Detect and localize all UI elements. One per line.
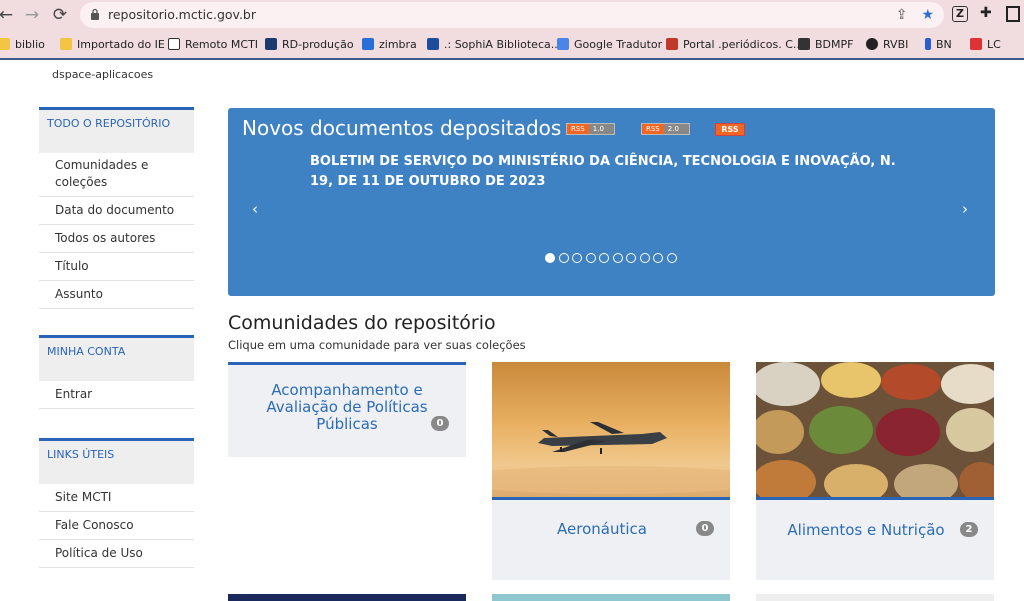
item-count-badge: 0	[431, 416, 449, 431]
community-card-partial[interactable]	[228, 594, 466, 601]
communities-title: Comunidades do repositório	[228, 312, 496, 334]
bookmark-item[interactable]: BN	[925, 38, 952, 51]
sidebar-heading: TODO O REPOSITÓRIO	[39, 107, 194, 153]
sidebar-item-site-mcti[interactable]: Site MCTI	[39, 484, 194, 512]
carousel-indicators	[545, 253, 680, 263]
bookmark-item[interactable]: Remoto MCTI	[168, 38, 258, 51]
bookmark-item[interactable]: Portal .periódicos. C...	[666, 38, 803, 51]
community-name[interactable]: Acompanhamento e Avaliação de Políticas …	[258, 382, 436, 433]
airplane-image	[492, 362, 730, 500]
community-card[interactable]: Acompanhamento e Avaliação de Políticas …	[228, 362, 466, 457]
url-actions: ⇪ ★	[882, 7, 934, 23]
carousel-dot[interactable]	[626, 253, 636, 263]
item-count-badge: 0	[696, 521, 714, 536]
sidebar-item-communities[interactable]: Comunidades e coleções	[39, 153, 194, 197]
sidebar-item-date[interactable]: Data do documento	[39, 197, 194, 225]
side-panel-icon[interactable]	[1006, 6, 1020, 22]
lc-icon	[970, 38, 982, 50]
carousel-dot[interactable]	[666, 253, 677, 263]
url-text: repositorio.mctic.gov.br	[108, 7, 257, 22]
rss-atom-button[interactable]: RSS	[715, 123, 745, 136]
sidebar-all-repository: TODO O REPOSITÓRIO Comunidades e coleçõe…	[39, 107, 194, 309]
folder-icon	[60, 38, 72, 50]
community-name[interactable]: Aeronáutica	[552, 521, 652, 538]
sidebar-my-account: MINHA CONTA Entrar	[39, 335, 194, 409]
bookmark-item[interactable]: LC	[970, 38, 1001, 51]
community-card[interactable]: Aeronáutica 0	[492, 362, 730, 580]
rss-1-button[interactable]: RSS 1.0	[566, 123, 615, 135]
rss-2-button[interactable]: RSS 2.0	[641, 123, 690, 135]
extension-z-icon[interactable]: Z	[952, 6, 968, 22]
share-icon[interactable]: ⇪	[896, 7, 908, 23]
rd-icon	[265, 38, 277, 50]
carousel-prev-icon[interactable]: ‹	[252, 200, 258, 218]
bookmark-item[interactable]: BDMPF	[798, 38, 853, 51]
sidebar-item-login[interactable]: Entrar	[39, 381, 194, 409]
bookmark-item[interactable]: .: SophiA Biblioteca...	[427, 38, 561, 51]
carousel-dot[interactable]	[545, 253, 555, 263]
sidebar-heading: MINHA CONTA	[39, 335, 194, 381]
sidebar-item-usage-policy[interactable]: Política de Uso	[39, 540, 194, 568]
community-card-partial[interactable]	[492, 594, 730, 601]
bn-icon	[925, 38, 931, 50]
sidebar-item-subject[interactable]: Assunto	[39, 281, 194, 309]
bookmark-item[interactable]: Google Tradutor	[557, 38, 662, 51]
community-name[interactable]: Alimentos e Nutrição	[784, 522, 948, 539]
zimbra-icon	[362, 38, 374, 50]
reload-icon[interactable]: ⟳	[48, 3, 72, 27]
page-icon	[168, 38, 180, 50]
address-bar[interactable]: repositorio.mctic.gov.br ⇪ ★	[80, 2, 944, 28]
bookmark-item[interactable]: RVBI	[866, 38, 908, 51]
recent-submissions-carousel: Novos documentos depositados RSS 1.0 RSS 2…	[228, 108, 995, 296]
globe-icon	[866, 38, 878, 50]
grains-image	[756, 362, 994, 500]
carousel-dot[interactable]	[639, 253, 650, 263]
bookmark-item[interactable]: biblio	[0, 38, 45, 51]
folder-icon	[0, 38, 10, 50]
carousel-item-title[interactable]: BOLETIM DE SERVIÇO DO MINISTÉRIO DA CIÊN…	[310, 152, 920, 192]
site-title[interactable]: dspace-aplicacoes	[52, 68, 153, 81]
bookmark-item[interactable]: Importado do IE	[60, 38, 165, 51]
back-icon[interactable]: ←	[0, 3, 18, 27]
forward-icon[interactable]: →	[20, 3, 44, 27]
bookmark-item[interactable]: RD-produção	[265, 38, 354, 51]
sidebar-item-title[interactable]: Título	[39, 253, 194, 281]
community-card[interactable]: Alimentos e Nutrição 2	[756, 362, 994, 580]
carousel-dot[interactable]	[612, 253, 623, 263]
sophia-icon	[427, 38, 439, 50]
bdmpf-icon	[798, 38, 810, 50]
carousel-next-icon[interactable]: ›	[962, 200, 968, 218]
carousel-dot[interactable]	[572, 253, 582, 263]
carousel-dot[interactable]	[599, 253, 609, 263]
carousel-dot[interactable]	[585, 253, 596, 263]
item-count-badge: 2	[960, 522, 978, 537]
carousel-dot[interactable]	[653, 253, 663, 263]
sidebar-heading: LINKS ÚTEIS	[39, 438, 194, 484]
communities-subtitle: Clique em uma comunidade para ver suas c…	[228, 338, 526, 352]
periodicos-icon	[666, 38, 678, 50]
bookmark-item[interactable]: zimbra	[362, 38, 417, 51]
sidebar-item-authors[interactable]: Todos os autores	[39, 225, 194, 253]
extensions-puzzle-icon[interactable]: ✚	[980, 5, 992, 21]
bookmark-star-icon[interactable]: ★	[921, 7, 934, 23]
carousel-dot[interactable]	[558, 253, 569, 263]
carousel-title: Novos documentos depositados	[242, 116, 562, 140]
bookmarks-bar: biblio Importado do IE Remoto MCTI RD-pr…	[0, 30, 1024, 60]
translate-icon	[557, 38, 569, 50]
sidebar-item-contact[interactable]: Fale Conosco	[39, 512, 194, 540]
browser-toolbar: ← → ⟳ repositorio.mctic.gov.br ⇪ ★ Z ✚	[0, 0, 1024, 30]
lock-icon	[91, 8, 99, 20]
community-card-partial[interactable]	[756, 594, 994, 601]
sidebar-useful-links: LINKS ÚTEIS Site MCTI Fale Conosco Polít…	[39, 438, 194, 568]
